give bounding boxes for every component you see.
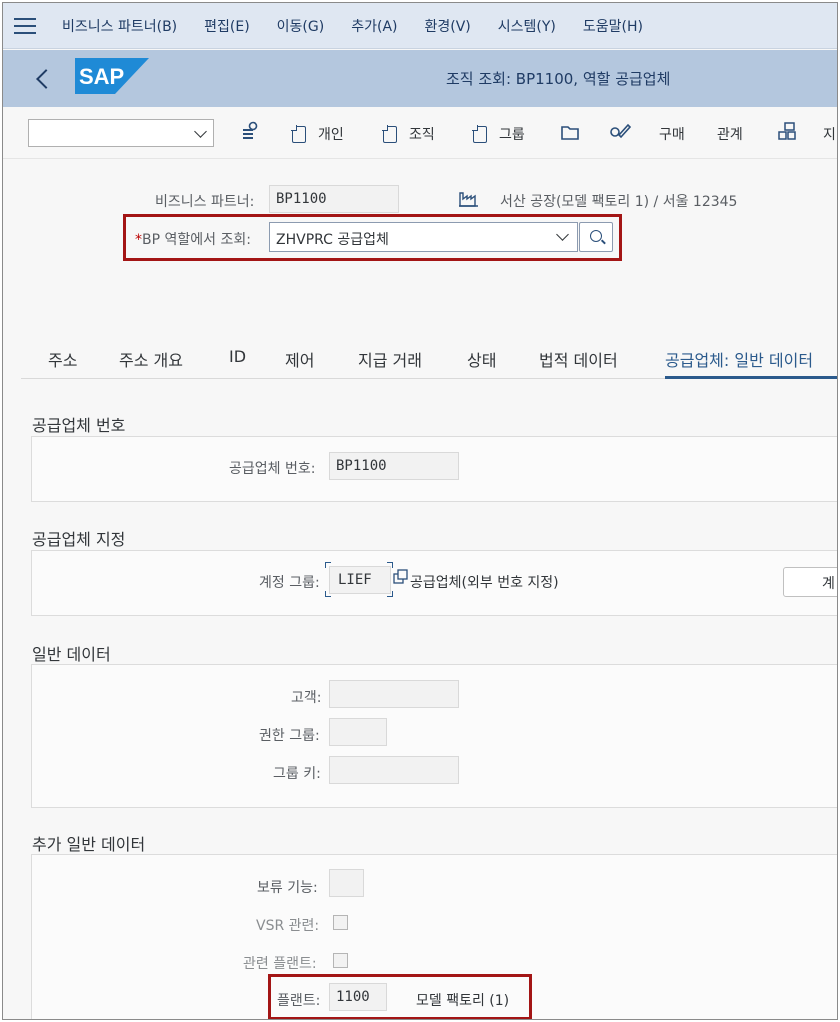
plant-relevant-checkbox (333, 953, 348, 968)
section-general-data-title: 일반 데이터 (32, 645, 111, 664)
account-group-label: 계정 그룹: (259, 575, 320, 591)
application-toolbar: 개인 조직 그룹 구매 관계 지 (3, 107, 837, 159)
folder-icon (561, 126, 579, 140)
person-button[interactable]: 개인 (291, 124, 344, 144)
chevron-down-icon (556, 228, 569, 241)
sap-logo-text: SAP (79, 64, 124, 89)
bp-description: 서산 공장(모델 팩토리 1) / 서울 12345 (500, 194, 738, 210)
menu-bar: 비즈니스 파트너(B) 편집(E) 이동(G) 추가(A) 환경(V) 시스템(… (3, 3, 837, 49)
tab-legal-data[interactable]: 법적 데이터 (539, 347, 618, 371)
authorization-group-field (329, 718, 387, 746)
sap-logo: SAP (75, 58, 149, 94)
tab-strip: 주소 주소 개요 ID 제어 지급 거래 상태 법적 데이터 공급업체: 일반 … (21, 339, 837, 379)
vendor-number-label: 공급업체 번호: (229, 461, 316, 477)
page-title: 조직 조회: BP1100, 역할 공급업체 (446, 70, 671, 88)
focus-corner (387, 591, 393, 597)
focus-corner (325, 562, 331, 568)
role-label: *BP 역할에서 조회: (135, 229, 251, 249)
tab-address[interactable]: 주소 (48, 347, 77, 371)
tab-payment-transactions[interactable]: 지급 거래 (358, 347, 422, 371)
edit-pen-button[interactable] (609, 121, 631, 141)
magnifier-icon (590, 230, 602, 242)
chevron-down-icon (194, 125, 207, 138)
organization-button-label: 조직 (409, 127, 435, 143)
menu-environment[interactable]: 환경(V) (424, 16, 470, 36)
plant-field: 1100 (329, 983, 387, 1011)
group-button[interactable]: 그룹 (472, 124, 525, 144)
title-bar: SAP 조직 조회: BP1100, 역할 공급업체 (3, 50, 837, 107)
menu-extras[interactable]: 추가(A) (351, 16, 397, 36)
menu-edit[interactable]: 편집(E) (204, 16, 250, 36)
tab-address-overview[interactable]: 주소 개요 (119, 347, 183, 371)
sap-window: 비즈니스 파트너(B) 편집(E) 이동(G) 추가(A) 환경(V) 시스템(… (2, 2, 838, 1020)
glasses-pen-icon (610, 123, 631, 139)
document-icon (291, 124, 306, 143)
customer-field (329, 680, 459, 708)
relationships-button[interactable]: 관계 (717, 124, 743, 144)
hold-function-field (329, 869, 364, 897)
vendor-number-field: BP1100 (329, 452, 459, 480)
focus-corner (387, 562, 393, 568)
customer-label: 고객: (291, 690, 322, 706)
document-icon (382, 124, 397, 143)
person-button-label: 개인 (318, 127, 344, 143)
account-group-side-button[interactable]: 계 (783, 567, 837, 597)
relationships-button-label: 관계 (717, 127, 743, 143)
group-key-label: 그룹 키: (273, 766, 321, 782)
purchasing-button-label: 구매 (659, 127, 685, 143)
org-structure-button[interactable] (777, 121, 797, 141)
plant-label: 플랜트: (277, 993, 321, 1009)
tab-id[interactable]: ID (229, 347, 246, 366)
role-dropdown[interactable]: ZHVPRC 공급업체 (269, 222, 578, 252)
back-arrow-icon[interactable] (36, 68, 56, 89)
tab-status[interactable]: 상태 (467, 347, 496, 371)
purchasing-button[interactable]: 구매 (659, 124, 685, 144)
org-chart-icon (778, 122, 796, 140)
account-group-field[interactable]: LIEF (329, 566, 391, 594)
menu-business-partner[interactable]: 비즈니스 파트너(B) (62, 16, 177, 36)
truncated-toolbar-button[interactable]: 지 (823, 124, 836, 144)
focus-corner (325, 591, 331, 597)
role-label-text: BP 역할에서 조회: (142, 232, 251, 248)
hamburger-menu-icon[interactable] (14, 17, 36, 34)
vsr-relevant-label: VSR 관련: (256, 918, 320, 934)
role-dropdown-value: ZHVPRC 공급업체 (276, 232, 389, 248)
section-vendor-assignment-title: 공급업체 지정 (32, 530, 126, 549)
menu-help[interactable]: 도움말(H) (583, 16, 643, 36)
plant-relevant-label: 관련 플랜트: (243, 956, 317, 972)
tab-control[interactable]: 제어 (285, 347, 314, 371)
truncated-button-label: 지 (823, 127, 836, 143)
factory-icon (459, 192, 478, 207)
section-additional-data-title: 추가 일반 데이터 (32, 835, 146, 854)
menu-system[interactable]: 시스템(Y) (498, 16, 556, 36)
organization-button[interactable]: 조직 (382, 124, 435, 144)
group-button-label: 그룹 (499, 127, 525, 143)
required-marker: * (135, 232, 142, 248)
section-vendor-number-title: 공급업체 번호 (32, 416, 126, 435)
bp-field: BP1100 (269, 185, 399, 213)
settings-glyph-button[interactable] (241, 121, 259, 141)
vsr-relevant-checkbox (333, 915, 348, 930)
value-help-icon[interactable] (393, 569, 409, 585)
open-folder-button[interactable] (560, 123, 580, 141)
active-tab-indicator (665, 376, 837, 379)
plant-description: 모델 팩토리 (1) (416, 993, 510, 1009)
document-icon (472, 124, 487, 143)
account-group-description: 공급업체(외부 번호 지정) (410, 575, 559, 591)
hold-function-label: 보류 기능: (257, 880, 318, 896)
layers-settings-icon (243, 121, 258, 139)
role-search-button[interactable] (579, 222, 613, 252)
bp-label: 비즈니스 파트너: (155, 194, 255, 210)
tab-vendor-general-data[interactable]: 공급업체: 일반 데이터 (665, 347, 813, 371)
group-key-field (329, 756, 459, 784)
authorization-group-label: 권한 그룹: (259, 728, 320, 744)
menu-goto[interactable]: 이동(G) (277, 16, 325, 36)
toolbar-dropdown[interactable] (28, 119, 214, 147)
